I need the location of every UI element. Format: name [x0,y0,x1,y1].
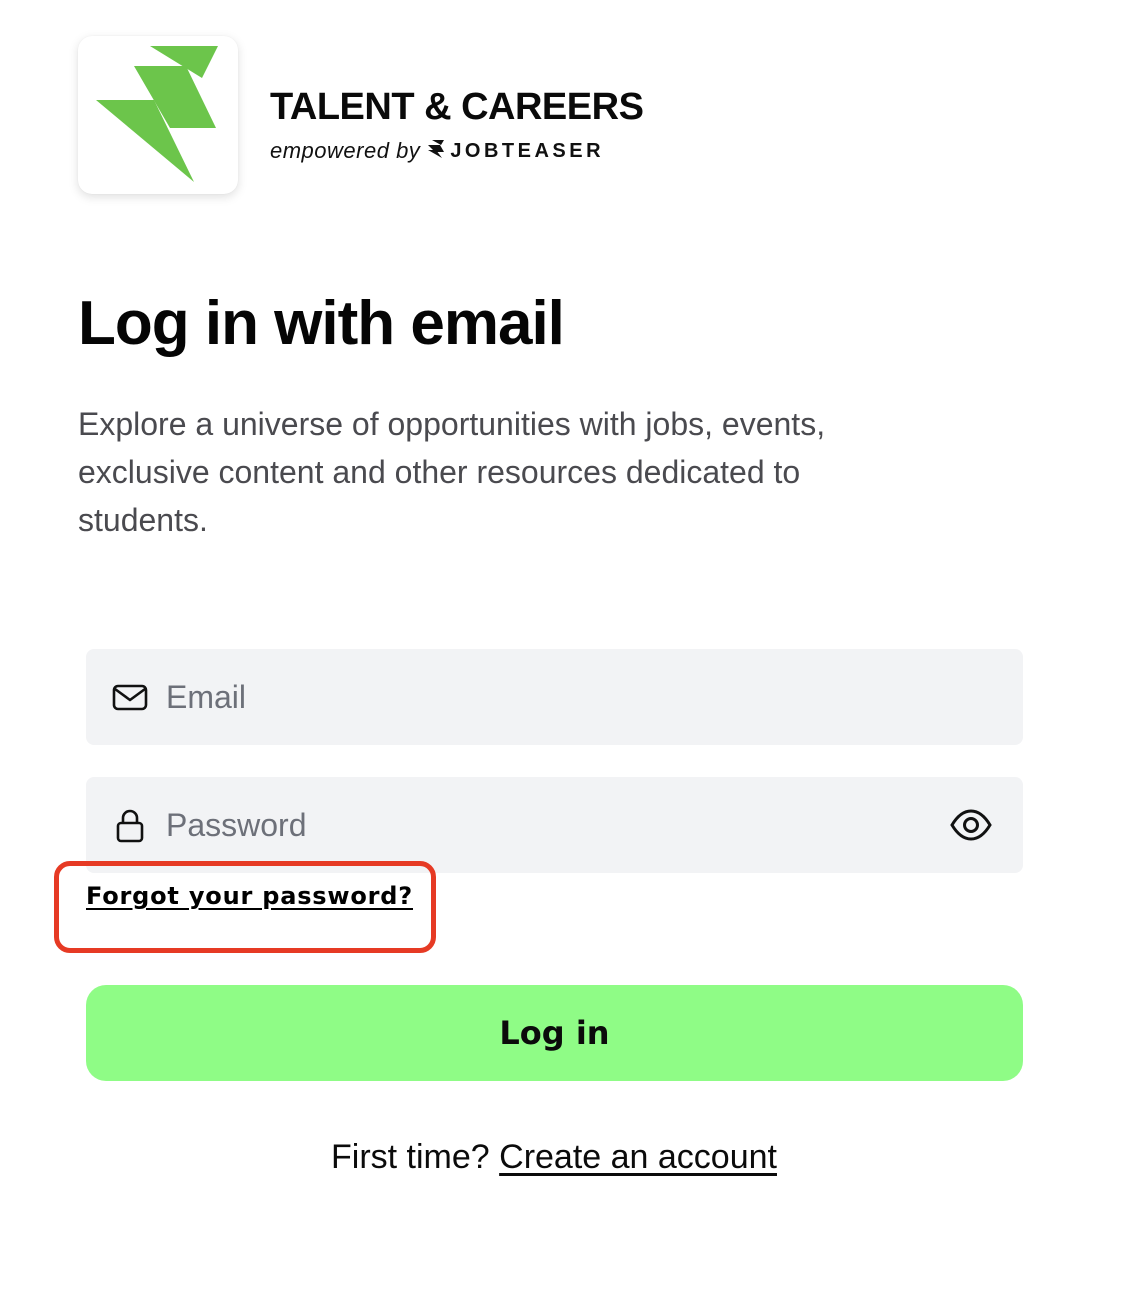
page-description: Explore a universe of opportunities with… [78,406,826,538]
login-button[interactable]: Log in [86,985,1023,1081]
password-input[interactable] [166,777,986,873]
partner-name: JOBTEASER [450,139,605,162]
signup-prompt: First time? Create an account [0,1138,1108,1177]
signup-prompt-text: First time? [331,1138,490,1176]
brand-logo-mark [96,46,218,182]
eye-icon[interactable] [949,807,993,843]
brand-subtitle: empowered by JOBTEASER [270,136,604,166]
brand-logo [78,36,238,194]
password-field[interactable] [86,777,1023,873]
jobteaser-mark-icon [428,139,445,163]
lock-icon [112,807,148,843]
brand-title: TALENT & CAREERS [270,86,644,128]
create-account-link[interactable]: Create an account [499,1138,777,1176]
page-title: Log in with email [78,289,565,358]
email-field[interactable] [86,649,1023,745]
email-input[interactable] [166,649,986,745]
mail-icon [112,679,148,715]
empowered-by-text: empowered by [270,138,421,163]
forgot-password-link[interactable]: Forgot your password? [86,882,413,910]
